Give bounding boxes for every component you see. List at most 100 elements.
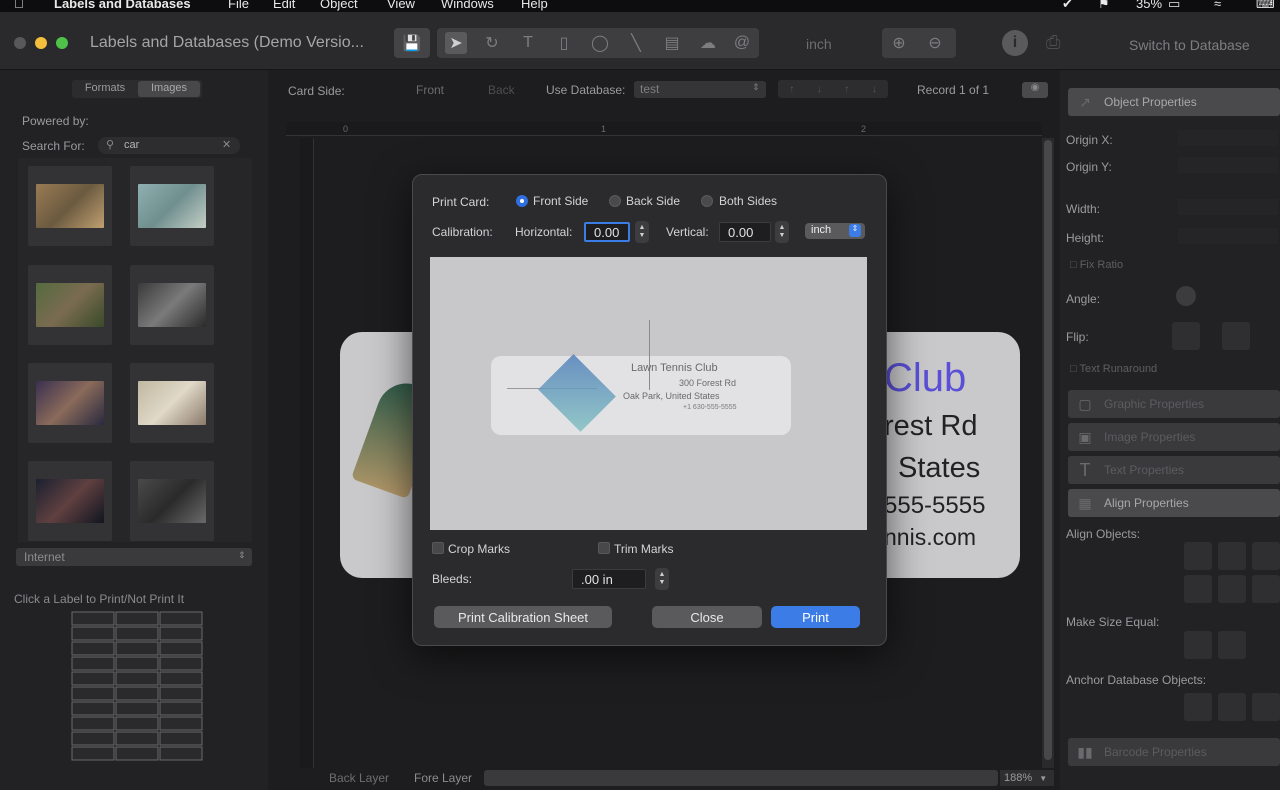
angle-knob[interactable] [1176, 286, 1196, 306]
front-side-label[interactable]: Front Side [533, 194, 588, 208]
fore-layer-button[interactable]: Fore Layer [414, 771, 472, 785]
rectangle-tool-icon[interactable]: ▯ [553, 32, 575, 54]
align-right-button[interactable] [1252, 542, 1280, 570]
back-layer-button[interactable]: Back Layer [329, 771, 389, 785]
card-website-text[interactable]: nnis.com [884, 524, 976, 551]
image-properties-button[interactable]: ▣ Image Properties [1068, 423, 1280, 451]
text-runaround-checkbox[interactable]: □ Text Runaround [1070, 363, 1157, 375]
search-input[interactable]: car [124, 139, 139, 151]
align-left-button[interactable] [1184, 542, 1212, 570]
apple-menu-icon[interactable]:  [14, 0, 24, 11]
zoom-in-icon[interactable]: ⊕ [888, 32, 910, 54]
at-tool-icon[interactable]: @ [731, 32, 753, 54]
card-side-back[interactable]: Back [488, 83, 515, 97]
save-button[interactable]: 💾 [394, 28, 430, 58]
trim-marks-label[interactable]: Trim Marks [614, 542, 674, 556]
vertical-input[interactable]: 0.00 [719, 222, 771, 242]
origin-x-field[interactable] [1178, 130, 1278, 146]
info-icon[interactable]: i [1002, 30, 1028, 56]
next-record-icon[interactable]: ↑ [844, 84, 849, 95]
image-thumb[interactable] [28, 363, 112, 443]
card-address-text[interactable]: rest Rd [884, 410, 977, 443]
align-top-button[interactable] [1184, 575, 1212, 603]
horizontal-scrollbar[interactable] [484, 770, 998, 786]
clear-search-icon[interactable]: ✕ [222, 138, 231, 151]
bleeds-stepper[interactable]: ▲ ▼ [655, 568, 669, 590]
flag-icon[interactable]: ⚑ [1098, 0, 1110, 12]
checkmark-status-icon[interactable]: ✔ [1062, 0, 1073, 12]
preview-eye-icon[interactable]: ◉ [1022, 82, 1048, 98]
line-tool-icon[interactable]: ╲ [625, 32, 647, 54]
image-thumb[interactable] [28, 461, 112, 541]
width-field[interactable] [1178, 199, 1278, 215]
image-thumb[interactable] [130, 363, 214, 443]
horizontal-stepper[interactable]: ▲ ▼ [635, 221, 649, 243]
printer-icon[interactable]: ⎙ [1046, 32, 1060, 53]
radio-front-side[interactable] [516, 195, 528, 207]
barcode-properties-button[interactable]: ▮▮ Barcode Properties [1068, 738, 1280, 766]
anchor-left-button[interactable] [1184, 693, 1212, 721]
align-middle-button[interactable] [1218, 575, 1246, 603]
vertical-scrollbar[interactable] [1042, 138, 1054, 768]
text-tool-icon[interactable]: T [517, 32, 539, 54]
zoom-dropdown[interactable]: 188% ▼ [1000, 770, 1054, 786]
source-dropdown[interactable]: Internet ⇕ [16, 548, 252, 566]
align-properties-button[interactable]: ▦ Align Properties [1068, 489, 1280, 517]
arrow-tool-icon[interactable]: ➤ [445, 32, 467, 54]
unit-dropdown[interactable]: inch ⇕ [805, 223, 865, 239]
tab-formats[interactable]: Formats [76, 82, 134, 96]
menu-object[interactable]: Object [320, 0, 358, 11]
object-properties-button[interactable]: ↗ Object Properties [1068, 88, 1280, 116]
crop-marks-checkbox[interactable] [432, 542, 444, 554]
anchor-center-button[interactable] [1218, 693, 1246, 721]
image-thumb[interactable] [28, 265, 112, 345]
card-phone-text[interactable]: 555-5555 [884, 492, 985, 520]
battery-icon[interactable]: ▭ [1168, 0, 1180, 12]
menu-edit[interactable]: Edit [273, 0, 295, 11]
image-thumb[interactable] [130, 461, 214, 541]
last-record-icon[interactable]: ↓ [872, 84, 877, 95]
prev-record-icon[interactable]: ↓ [817, 84, 822, 95]
image-thumb[interactable] [130, 265, 214, 345]
search-field[interactable]: ⚲ car ✕ [98, 137, 240, 154]
zoom-out-icon[interactable]: ⊖ [924, 32, 946, 54]
crop-marks-label[interactable]: Crop Marks [448, 542, 510, 556]
equal-height-button[interactable] [1218, 631, 1246, 659]
ellipse-tool-icon[interactable]: ◯ [589, 32, 611, 54]
print-button[interactable]: Print [771, 606, 860, 628]
origin-y-field[interactable] [1178, 157, 1278, 173]
menu-help[interactable]: Help [521, 0, 548, 11]
image-tool-icon[interactable]: ☁ [697, 32, 719, 54]
graphic-properties-button[interactable]: ▢ Graphic Properties [1068, 390, 1280, 418]
wifi-icon[interactable]: ≈ [1214, 0, 1221, 11]
rotate-tool-icon[interactable]: ↻ [481, 32, 503, 54]
card-title-text[interactable]: Club [884, 356, 966, 401]
bleeds-input[interactable]: .00 in [572, 569, 646, 589]
menu-windows[interactable]: Windows [441, 0, 494, 11]
label-sheet-grid[interactable] [70, 610, 204, 782]
align-center-button[interactable] [1218, 542, 1246, 570]
image-thumb[interactable] [130, 166, 214, 246]
horizontal-input[interactable]: 0.00 [584, 222, 630, 242]
database-dropdown[interactable]: test ⇕ [634, 81, 766, 98]
flip-vertical-button[interactable] [1222, 322, 1250, 350]
zoom-window-button[interactable] [56, 37, 68, 49]
both-sides-label[interactable]: Both Sides [719, 194, 777, 208]
first-record-icon[interactable]: ↑ [789, 84, 794, 95]
equal-width-button[interactable] [1184, 631, 1212, 659]
print-calibration-sheet-button[interactable]: Print Calibration Sheet [434, 606, 612, 628]
scroll-thumb[interactable] [1044, 140, 1052, 760]
card-side-front[interactable]: Front [416, 83, 444, 97]
back-side-label[interactable]: Back Side [626, 194, 680, 208]
trim-marks-checkbox[interactable] [598, 542, 610, 554]
barcode-tool-icon[interactable]: ▤ [661, 32, 683, 54]
vertical-stepper[interactable]: ▲ ▼ [775, 221, 789, 243]
anchor-right-button[interactable] [1252, 693, 1280, 721]
menu-view[interactable]: View [387, 0, 415, 11]
fix-ratio-checkbox[interactable]: □ Fix Ratio [1070, 259, 1123, 271]
radio-both-sides[interactable] [701, 195, 713, 207]
units-selector[interactable]: inch [806, 36, 832, 52]
close-window-button[interactable] [14, 37, 26, 49]
keyboard-icon[interactable]: ⌨ [1256, 0, 1275, 12]
text-properties-button[interactable]: T Text Properties [1068, 456, 1280, 484]
